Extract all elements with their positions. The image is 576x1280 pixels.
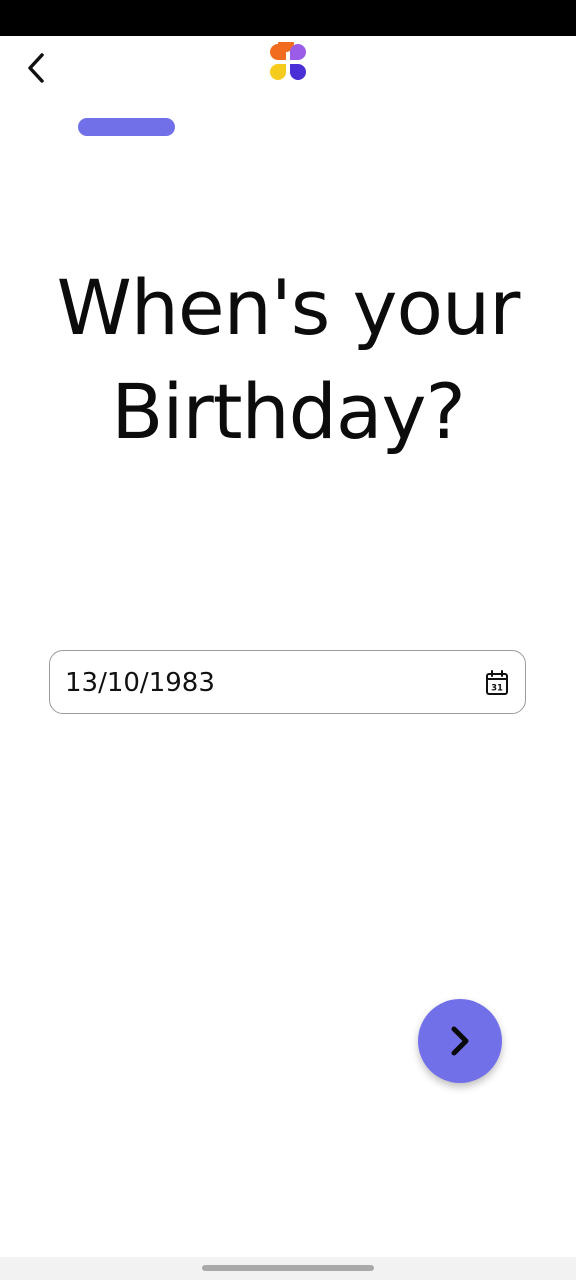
- back-button[interactable]: [16, 48, 56, 88]
- home-indicator[interactable]: [202, 1265, 374, 1271]
- page-title: When's your Birthday?: [20, 256, 556, 464]
- four-petal-logo-icon: [270, 42, 306, 80]
- title-line-1: When's your: [56, 263, 521, 352]
- birthday-date-field[interactable]: 13/10/1983 31: [49, 650, 526, 714]
- birthday-date-value: 13/10/1983: [65, 668, 215, 698]
- calendar-day-number: 31: [491, 684, 503, 694]
- status-bar: [0, 0, 576, 36]
- progress-fill: [78, 118, 175, 136]
- calendar-icon[interactable]: 31: [485, 670, 509, 696]
- chevron-left-icon: [28, 53, 44, 83]
- chevron-right-icon: [451, 1026, 469, 1056]
- progress-bar: [78, 118, 288, 136]
- next-button[interactable]: [418, 999, 502, 1083]
- title-line-2: Birthday?: [111, 367, 466, 456]
